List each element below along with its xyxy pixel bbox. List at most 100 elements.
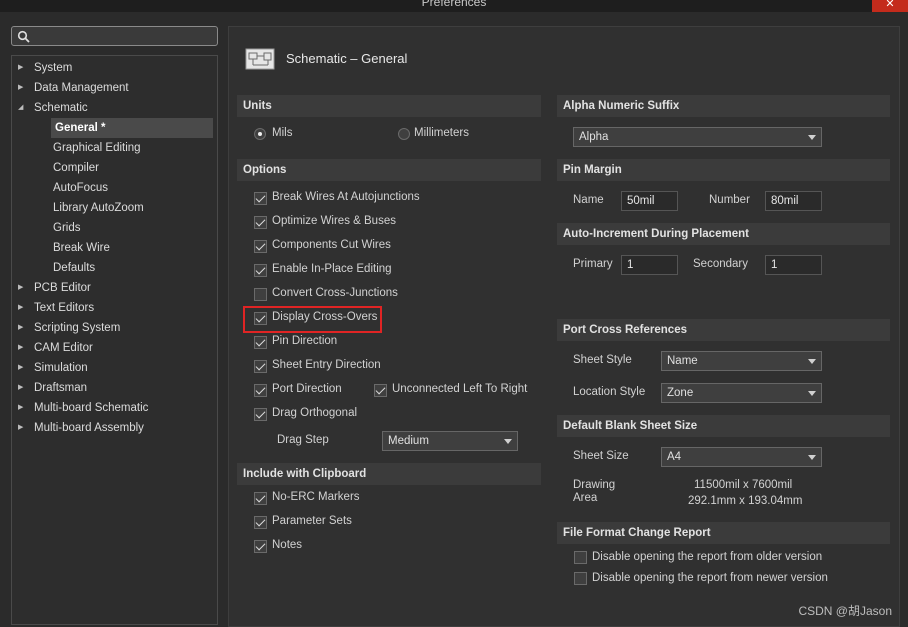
no-erc-markers-checkbox[interactable] bbox=[254, 492, 267, 505]
no-erc-markers-label: No-ERC Markers bbox=[272, 491, 360, 503]
annotation-highlight-box bbox=[243, 306, 382, 333]
components-cut-wires-checkbox[interactable] bbox=[254, 240, 267, 253]
units-header: Units bbox=[237, 95, 541, 117]
dropdown-caret-icon bbox=[808, 135, 816, 140]
primary-label: Primary bbox=[573, 258, 613, 270]
expand-arrow-icon[interactable]: ▶ bbox=[18, 398, 28, 418]
preferences-tree: ▶ System ▶ Data Management ◢ Schematic Gene… bbox=[11, 55, 218, 625]
port-cross-header: Port Cross References bbox=[557, 319, 890, 341]
drag-step-dropdown[interactable]: Medium bbox=[382, 431, 518, 451]
tree-item-data-management[interactable]: ▶ Data Management bbox=[12, 78, 217, 98]
notes-label: Notes bbox=[272, 539, 303, 551]
tree-item-schematic[interactable]: ◢ Schematic bbox=[12, 98, 217, 118]
enable-inplace-editing-label: Enable In-Place Editing bbox=[272, 263, 392, 275]
parameter-sets-checkbox[interactable] bbox=[254, 516, 267, 529]
expand-arrow-icon[interactable]: ▶ bbox=[18, 358, 28, 378]
tree-item-pcb-editor[interactable]: ▶ PCB Editor bbox=[12, 278, 217, 298]
alpha-suffix-value: Alpha bbox=[579, 131, 609, 143]
secondary-input[interactable]: 1 bbox=[765, 255, 822, 275]
expand-arrow-icon[interactable]: ▶ bbox=[18, 318, 28, 338]
convert-cross-junctions-label: Convert Cross-Junctions bbox=[272, 287, 398, 299]
unconnected-ltr-checkbox[interactable] bbox=[374, 384, 387, 397]
title-bar: Preferences ✕ bbox=[0, 0, 908, 12]
notes-checkbox[interactable] bbox=[254, 540, 267, 553]
tree-item-compiler[interactable]: Compiler bbox=[12, 158, 217, 178]
sheet-size-dropdown[interactable]: A4 bbox=[661, 447, 822, 467]
tree-item-label: Draftsman bbox=[34, 382, 88, 394]
expand-arrow-icon[interactable]: ▶ bbox=[18, 78, 28, 98]
search-input[interactable] bbox=[36, 29, 218, 45]
options-header: Options bbox=[237, 159, 541, 181]
tree-item-label: PCB Editor bbox=[34, 282, 91, 294]
tree-item-text-editors[interactable]: ▶ Text Editors bbox=[12, 298, 217, 318]
expand-arrow-icon[interactable]: ▶ bbox=[18, 58, 28, 78]
tree-item-multi-board-schematic[interactable]: ▶ Multi-board Schematic bbox=[12, 398, 217, 418]
sheet-size-label: Sheet Size bbox=[573, 450, 629, 462]
tree-item-scripting-system[interactable]: ▶ Scripting System bbox=[12, 318, 217, 338]
auto-increment-header: Auto-Increment During Placement bbox=[557, 223, 890, 245]
search-box[interactable] bbox=[11, 26, 218, 46]
pin-direction-checkbox[interactable] bbox=[254, 336, 267, 349]
tree-item-cam-editor[interactable]: ▶ CAM Editor bbox=[12, 338, 217, 358]
drawing-area-mm: 292.1mm x 193.04mm bbox=[688, 495, 803, 507]
tree-item-graphical-editing[interactable]: Graphical Editing bbox=[12, 138, 217, 158]
pin-margin-name-label: Name bbox=[573, 194, 604, 206]
alpha-suffix-dropdown[interactable]: Alpha bbox=[573, 127, 822, 147]
pin-direction-label: Pin Direction bbox=[272, 335, 338, 347]
pin-margin-header: Pin Margin bbox=[557, 159, 890, 181]
drawing-area-label-line2: Area bbox=[573, 492, 598, 504]
tree-item-label: Text Editors bbox=[34, 302, 95, 314]
millimeters-radio[interactable] bbox=[398, 128, 410, 140]
sheet-style-dropdown[interactable]: Name bbox=[661, 351, 822, 371]
location-style-value: Zone bbox=[667, 387, 694, 399]
pin-margin-name-input[interactable]: 50mil bbox=[621, 191, 678, 211]
tree-item-library-autozoom[interactable]: Library AutoZoom bbox=[12, 198, 217, 218]
disable-older-label: Disable opening the report from older ve… bbox=[592, 551, 823, 563]
sheet-entry-direction-checkbox[interactable] bbox=[254, 360, 267, 373]
mils-radio[interactable] bbox=[254, 128, 266, 140]
break-wires-checkbox[interactable] bbox=[254, 192, 267, 205]
secondary-label: Secondary bbox=[693, 258, 748, 270]
drag-orthogonal-checkbox[interactable] bbox=[254, 408, 267, 421]
tree-item-draftsman[interactable]: ▶ Draftsman bbox=[12, 378, 217, 398]
schematic-page-icon bbox=[245, 48, 275, 70]
collapse-arrow-icon[interactable]: ◢ bbox=[18, 98, 28, 118]
expand-arrow-icon[interactable]: ▶ bbox=[18, 278, 28, 298]
drag-step-value: Medium bbox=[388, 435, 429, 447]
tree-item-defaults[interactable]: Defaults bbox=[12, 258, 217, 278]
sheet-style-value: Name bbox=[667, 355, 698, 367]
tree-item-system[interactable]: ▶ System bbox=[12, 58, 217, 78]
expand-arrow-icon[interactable]: ▶ bbox=[18, 418, 28, 438]
disable-older-checkbox[interactable] bbox=[574, 551, 587, 564]
drawing-area-label-line1: Drawing bbox=[573, 479, 616, 491]
pin-margin-number-input[interactable]: 80mil bbox=[765, 191, 822, 211]
optimize-wires-checkbox[interactable] bbox=[254, 216, 267, 229]
tree-item-grids[interactable]: Grids bbox=[12, 218, 217, 238]
unconnected-ltr-label: Unconnected Left To Right bbox=[392, 383, 528, 395]
convert-cross-junctions-checkbox[interactable] bbox=[254, 288, 267, 301]
port-direction-checkbox[interactable] bbox=[254, 384, 267, 397]
enable-inplace-editing-checkbox[interactable] bbox=[254, 264, 267, 277]
tree-item-label: CAM Editor bbox=[34, 342, 93, 354]
tree-item-label: Graphical Editing bbox=[53, 142, 141, 154]
sheet-entry-direction-label: Sheet Entry Direction bbox=[272, 359, 381, 371]
tree-item-break-wire[interactable]: Break Wire bbox=[12, 238, 217, 258]
tree-item-simulation[interactable]: ▶ Simulation bbox=[12, 358, 217, 378]
expand-arrow-icon[interactable]: ▶ bbox=[18, 298, 28, 318]
components-cut-wires-label: Components Cut Wires bbox=[272, 239, 391, 251]
expand-arrow-icon[interactable]: ▶ bbox=[18, 338, 28, 358]
tree-item-multi-board-assembly[interactable]: ▶ Multi-board Assembly bbox=[12, 418, 217, 438]
disable-newer-label: Disable opening the report from newer ve… bbox=[592, 572, 828, 584]
close-button[interactable]: ✕ bbox=[872, 0, 908, 12]
millimeters-label: Millimeters bbox=[414, 127, 469, 139]
port-direction-label: Port Direction bbox=[272, 383, 342, 395]
tree-item-label: General * bbox=[51, 118, 213, 138]
location-style-dropdown[interactable]: Zone bbox=[661, 383, 822, 403]
blank-sheet-header: Default Blank Sheet Size bbox=[557, 415, 890, 437]
tree-item-general[interactable]: General * bbox=[12, 118, 217, 138]
primary-input[interactable]: 1 bbox=[621, 255, 678, 275]
disable-newer-checkbox[interactable] bbox=[574, 572, 587, 585]
parameter-sets-label: Parameter Sets bbox=[272, 515, 352, 527]
tree-item-autofocus[interactable]: AutoFocus bbox=[12, 178, 217, 198]
expand-arrow-icon[interactable]: ▶ bbox=[18, 378, 28, 398]
